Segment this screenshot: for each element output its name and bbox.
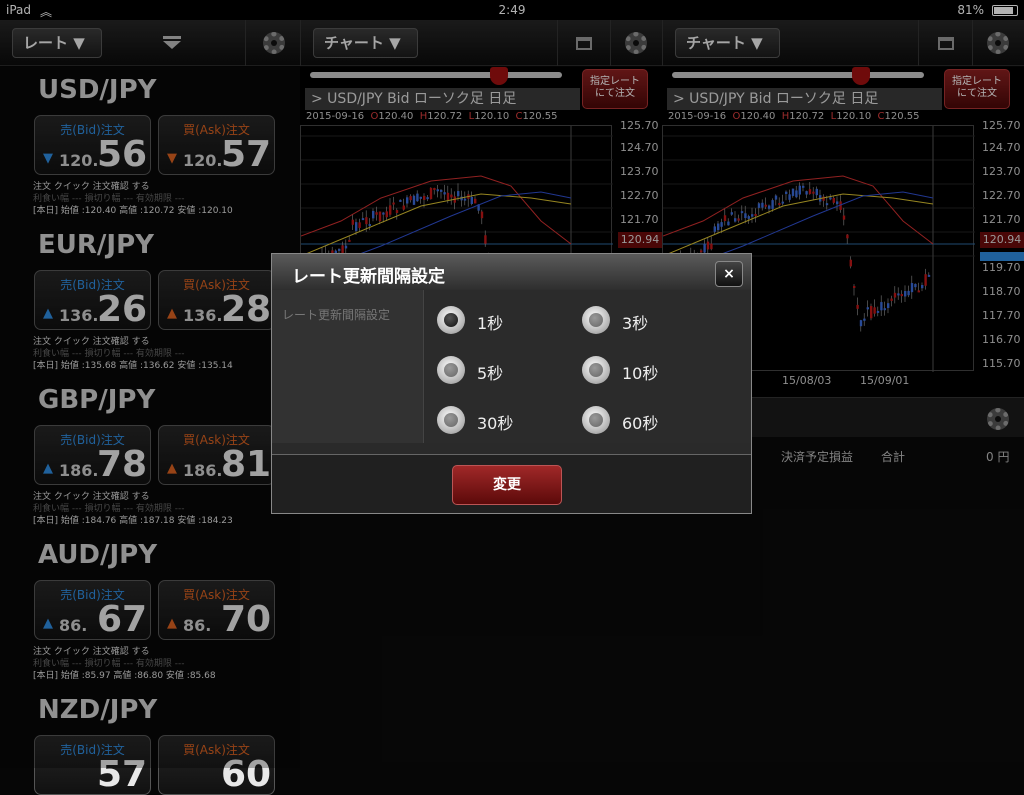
interval-option[interactable]: 60秒 bbox=[582, 406, 702, 436]
radio-button-icon[interactable] bbox=[437, 356, 465, 384]
interval-label: 1秒 bbox=[477, 314, 504, 333]
interval-option[interactable]: 10秒 bbox=[582, 356, 702, 386]
radio-button-icon[interactable] bbox=[582, 306, 610, 334]
interval-label: 3秒 bbox=[622, 314, 649, 333]
setting-label: レート更新間隔設定 bbox=[282, 308, 391, 322]
apply-button[interactable]: 変更 bbox=[452, 465, 562, 505]
interval-option[interactable]: 5秒 bbox=[437, 356, 557, 386]
modal-title: レート更新間隔設定 bbox=[292, 267, 445, 287]
interval-options: 1秒 3秒 5秒 10秒 30秒 60秒 bbox=[425, 290, 751, 443]
interval-option[interactable]: 1秒 bbox=[437, 306, 557, 336]
radio-button-icon[interactable] bbox=[437, 306, 465, 334]
interval-option[interactable]: 30秒 bbox=[437, 406, 557, 436]
interval-label: 5秒 bbox=[477, 364, 504, 383]
setting-label-cell: レート更新間隔設定 bbox=[272, 290, 424, 443]
radio-button-icon[interactable] bbox=[582, 406, 610, 434]
modal-header: レート更新間隔設定 × bbox=[272, 254, 751, 290]
interval-label: 60秒 bbox=[622, 414, 659, 433]
modal-footer: 変更 bbox=[272, 454, 751, 513]
interval-option[interactable]: 3秒 bbox=[582, 306, 702, 336]
refresh-interval-modal: レート更新間隔設定 × レート更新間隔設定 1秒 3秒 5秒 10秒 30秒 6… bbox=[271, 253, 752, 514]
radio-button-icon[interactable] bbox=[437, 406, 465, 434]
radio-button-icon[interactable] bbox=[582, 356, 610, 384]
interval-label: 30秒 bbox=[477, 414, 514, 433]
interval-label: 10秒 bbox=[622, 364, 659, 383]
close-button[interactable]: × bbox=[715, 261, 743, 287]
